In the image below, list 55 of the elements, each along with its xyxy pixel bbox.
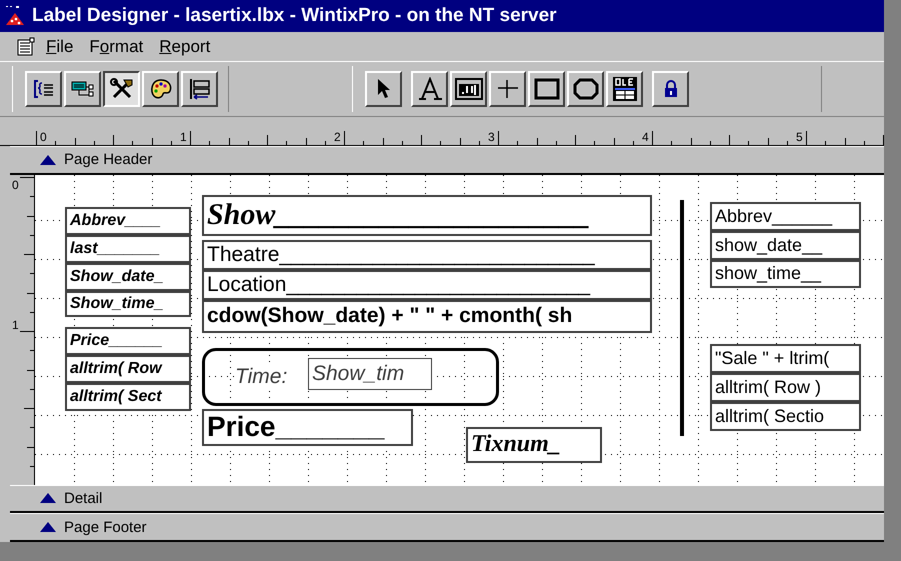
text-field-icon — [454, 78, 482, 100]
menu-item[interactable]: Report — [159, 36, 210, 57]
report-field[interactable]: cdow(Show_date) + " " + cmonth( sh — [202, 300, 652, 333]
window-title: Label Designer - lasertix.lbx - WintixPro - on the NT server — [32, 4, 557, 27]
report-field[interactable]: show_time__ — [710, 260, 861, 288]
report-field[interactable]: Show_time_ — [65, 290, 191, 317]
report-field[interactable]: "Sale " + ltrim( — [710, 344, 861, 373]
band-label: Page Footer — [64, 518, 147, 536]
ruler-label: 0 — [12, 178, 19, 192]
report-field[interactable]: Price_______ — [202, 408, 413, 446]
ruler-label: 2 — [334, 130, 341, 144]
palette-icon — [148, 78, 172, 100]
report-field[interactable]: Show_____________________ — [202, 194, 652, 236]
octagon-icon — [572, 78, 598, 100]
rounded-rectangle[interactable] — [202, 348, 499, 406]
pointer-icon — [376, 78, 392, 100]
tool-button[interactable] — [103, 71, 140, 108]
report-field[interactable]: Show_tim — [308, 358, 432, 390]
triangle-icon[interactable] — [40, 522, 56, 532]
lock-icon — [664, 80, 678, 98]
triangle-icon[interactable] — [40, 154, 56, 165]
report-field[interactable]: alltrim( Row ) — [710, 372, 861, 402]
ruler-label: 0 — [40, 130, 47, 144]
hammer-wrench-icon — [110, 78, 134, 100]
ruler-label: 1 — [12, 318, 19, 332]
report-field[interactable]: Theatre___________________________ — [202, 240, 652, 270]
menu-item[interactable]: Format — [89, 36, 144, 57]
report-field[interactable]: last_______ — [65, 234, 191, 263]
report-field[interactable]: Tixnum_ — [466, 426, 602, 463]
report-field[interactable]: Abbrev____ — [65, 206, 191, 235]
text-icon — [416, 77, 442, 102]
document-icon[interactable] — [16, 36, 36, 57]
triangle-icon[interactable] — [40, 493, 56, 504]
report-field[interactable]: alltrim( Sectio — [710, 402, 861, 431]
report-field[interactable]: show_date__ — [710, 230, 861, 260]
report-field[interactable]: Price______ — [65, 326, 191, 355]
report-field[interactable]: alltrim( Sect — [65, 382, 191, 411]
ruler-label: 5 — [796, 130, 803, 144]
report-field[interactable]: Abbrev______ — [710, 202, 861, 231]
ruler-label: 3 — [488, 130, 495, 144]
app-icon — [4, 4, 26, 27]
report-field[interactable]: Location__________________________ — [202, 270, 652, 300]
menu-item[interactable]: File — [46, 36, 74, 57]
brackets-icon — [32, 79, 54, 100]
ole-object-icon — [612, 76, 638, 102]
rectangle-icon — [534, 78, 560, 100]
ruler-label: 1 — [180, 130, 187, 144]
align-icon — [188, 78, 212, 100]
ruler-label: 4 — [642, 130, 649, 144]
report-field[interactable]: alltrim( Row — [65, 354, 191, 383]
network-icon — [70, 79, 94, 100]
line-tool-icon — [496, 78, 520, 100]
band-label: Detail — [64, 490, 102, 507]
band-label: Page Header — [64, 151, 152, 168]
report-field[interactable]: Show_date_ — [65, 262, 191, 291]
